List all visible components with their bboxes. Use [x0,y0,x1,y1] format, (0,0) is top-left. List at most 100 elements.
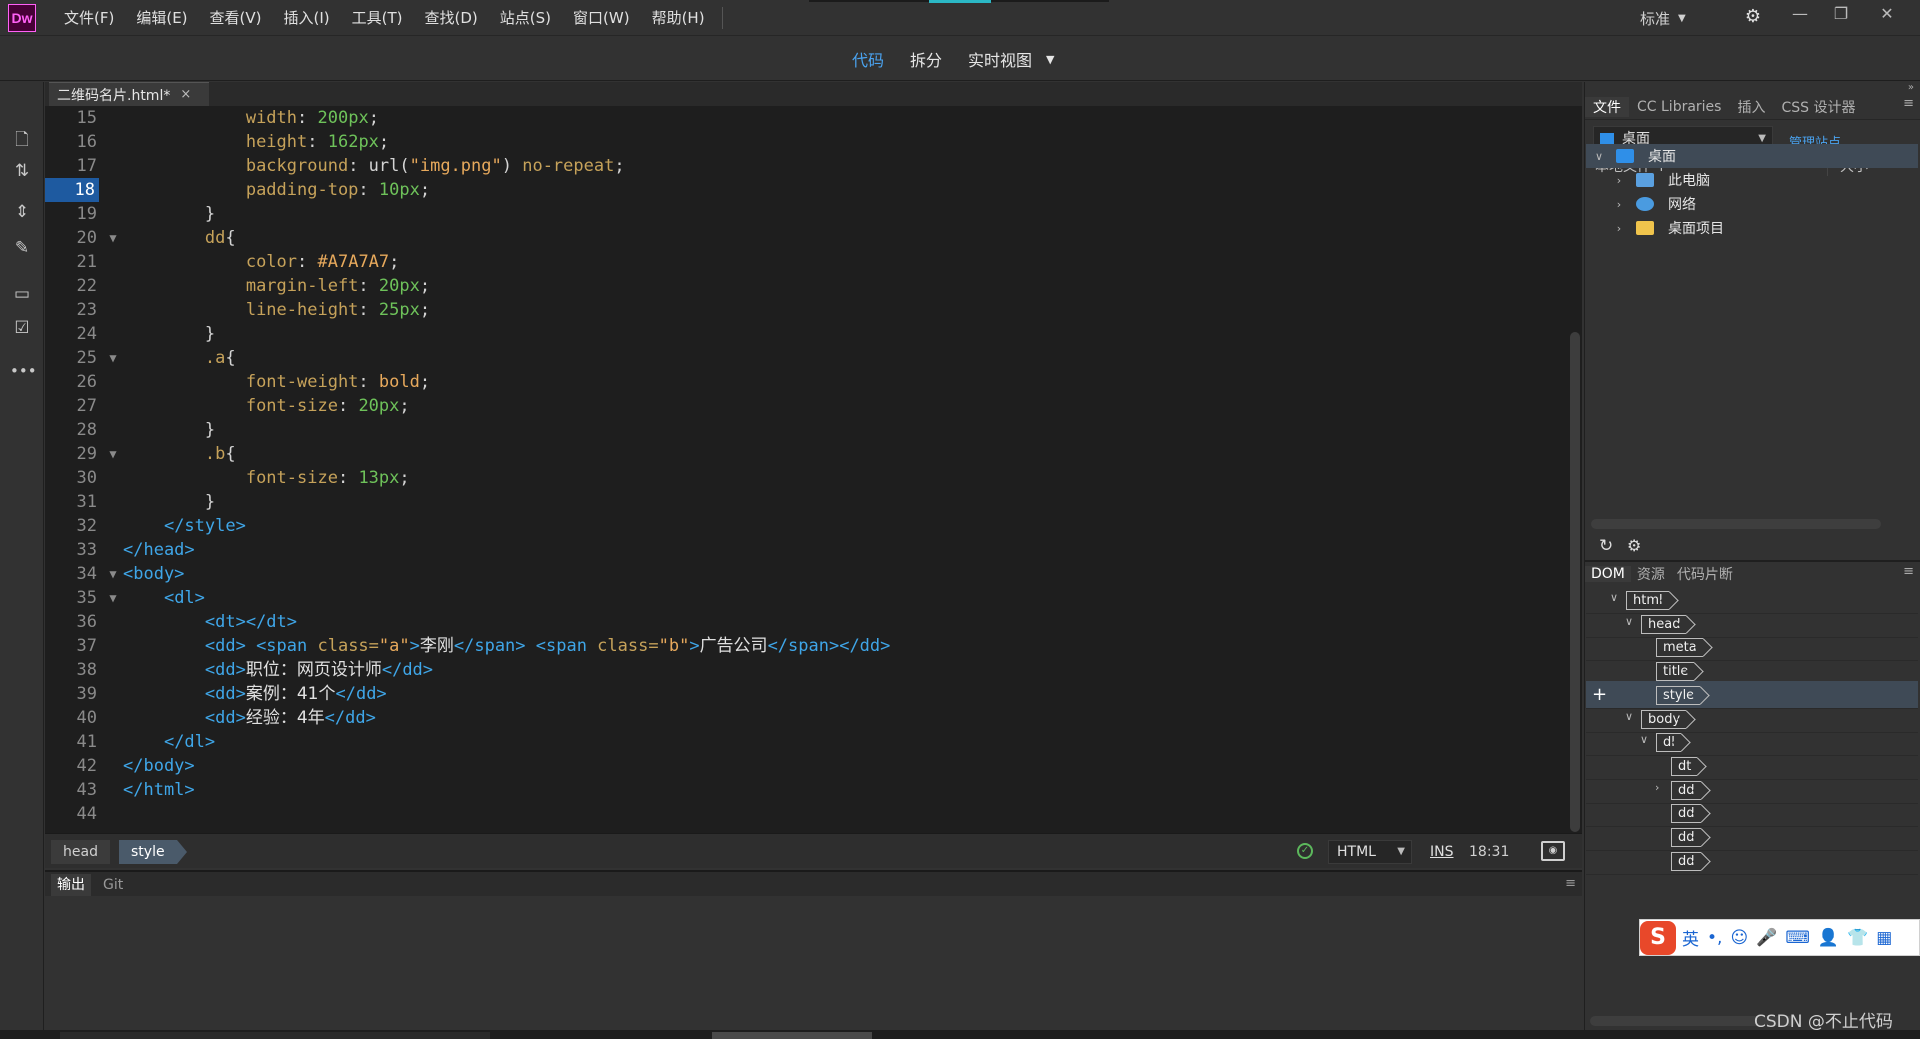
code-line[interactable]: 23 line-height: 25px; [45,298,1567,322]
code-line[interactable]: 43 </html> [45,778,1567,802]
breadcrumb-head[interactable]: head [51,840,110,864]
document-type-select[interactable]: HTML ▼ [1328,840,1412,864]
chevron-right-icon[interactable]: › [1612,222,1626,235]
chevron-down-icon[interactable]: ∨ [1592,150,1606,163]
dom-node-tag[interactable]: style [1656,685,1701,705]
chevron-right-icon[interactable]: › [1655,781,1659,794]
code-line[interactable]: 37 <dd> <span class="a">李刚</span> <span … [45,634,1567,658]
more-icon[interactable]: ••• [10,362,37,384]
code-line[interactable]: 40 <dd>经验：4年</dd> [45,706,1567,730]
tab-git[interactable]: Git [103,874,123,896]
chevron-down-icon[interactable]: ∨ [1625,615,1633,628]
file-icon[interactable]: 🗋 [10,127,34,150]
tab-assets[interactable]: 资源 [1631,564,1671,584]
preview-icon[interactable]: ◉ [1541,841,1565,861]
menu-item[interactable]: 文件(F) [53,0,125,36]
fold-toggle-icon[interactable]: ▼ [105,562,121,586]
check-icon[interactable]: ✓ [1297,843,1313,859]
tab-insert[interactable]: 插入 [1729,97,1773,117]
chevron-down-icon[interactable]: ∨ [1610,591,1618,604]
code-line[interactable]: 21 color: #A7A7A7; [45,250,1567,274]
dom-node-tag[interactable]: head [1641,614,1687,634]
toolbox-icon[interactable]: ▦ [1876,928,1892,948]
code-line[interactable]: 41 </dl> [45,730,1567,754]
dom-node-tag[interactable]: dd [1671,780,1701,800]
chevron-right-icon[interactable]: › [1612,174,1626,187]
emoji-icon[interactable]: ☺ [1730,928,1748,948]
tab-cc-libraries[interactable]: CC Libraries [1629,99,1729,115]
menu-item[interactable]: 帮助(H) [641,0,716,36]
keyboard-icon[interactable]: ⌨ [1785,928,1810,948]
user-icon[interactable]: 👤 [1818,928,1839,948]
code-line[interactable]: 27 font-size: 20px; [45,394,1567,418]
close-window-button[interactable]: ✕ [1870,0,1904,30]
code-line[interactable]: 29 ▼ .b{ [45,442,1567,466]
validate-icon[interactable]: ☑ [10,318,34,340]
code-line[interactable]: 28 } [45,418,1567,442]
fold-toggle-icon[interactable]: ▼ [105,226,121,250]
fold-toggle-icon[interactable]: ▼ [105,346,121,370]
code-line[interactable]: 42 </body> [45,754,1567,778]
code-line[interactable]: 26 font-weight: bold; [45,370,1567,394]
sync-icon[interactable]: ⇅ [10,161,34,183]
code-line[interactable]: 35 ▼ <dl> [45,586,1567,610]
code-line[interactable]: 18 padding-top: 10px; [45,178,1567,202]
fold-toggle-icon[interactable]: ▼ [105,442,121,466]
code-line[interactable]: 44 [45,802,1567,826]
tab-split-view[interactable]: 拆分 [910,47,942,71]
code-line[interactable]: 25 ▼ .a{ [45,346,1567,370]
insert-mode[interactable]: INS [1430,844,1454,860]
tab-document[interactable]: 二维码名片.html* × [49,82,209,106]
menu-item[interactable]: 站点(S) [489,0,562,36]
punctuation-icon[interactable]: •, [1707,928,1722,948]
workspace-switcher[interactable]: 标准 ▼ [1640,0,1686,36]
tab-live-view[interactable]: 实时视图 [968,47,1032,71]
menu-item[interactable]: 插入(I) [273,0,341,36]
files-horizontal-scrollbar[interactable] [1591,519,1881,529]
menu-item[interactable]: 工具(T) [341,0,414,36]
code-line[interactable]: 16 height: 162px; [45,130,1567,154]
panel-menu-icon[interactable]: ≡ [1903,564,1914,579]
code-line[interactable]: 17 background: url("img.png") no-repeat; [45,154,1567,178]
dom-node-tag[interactable]: dd [1671,828,1701,847]
sync-settings-icon[interactable]: ⚙ [1738,6,1768,30]
comment-icon[interactable]: ▭ [10,284,34,306]
expand-icon[interactable]: ⇕ [10,202,34,224]
menu-item[interactable]: 查看(V) [199,0,273,36]
code-editor[interactable]: 15 width: 200px; 16 height: 162px; 17 back… [45,106,1582,833]
dom-node-tag[interactable]: body [1641,709,1687,729]
chevron-down-icon[interactable]: ∨ [1640,733,1648,746]
tab-output[interactable]: 输出 [51,874,91,896]
sogou-logo[interactable]: S [1640,920,1676,955]
vertical-scrollbar[interactable] [1570,332,1580,832]
collapse-panel-icon[interactable]: » [1908,82,1914,93]
tab-files[interactable]: 文件 [1585,96,1629,117]
chevron-right-icon[interactable]: › [1612,198,1626,211]
format-brush-icon[interactable]: ✎ [10,238,34,260]
panel-menu-icon[interactable]: ≡ [1565,876,1576,891]
code-line[interactable]: 20 ▼ dd{ [45,226,1567,250]
code-line[interactable]: 19 } [45,202,1567,226]
tab-dom[interactable]: DOM [1585,566,1631,582]
code-line[interactable]: 22 margin-left: 20px; [45,274,1567,298]
refresh-icon[interactable]: ↻ [1599,536,1613,556]
microphone-icon[interactable]: 🎤 [1756,928,1777,948]
dom-node-tag[interactable]: meta [1656,638,1703,658]
close-icon[interactable]: × [180,87,191,102]
dom-node-tag[interactable]: title [1656,662,1695,682]
ime-language[interactable]: 英 [1682,925,1699,950]
dom-node-tag[interactable]: dd [1671,804,1701,824]
breadcrumb-style[interactable]: style [119,840,187,864]
tab-css-designer[interactable]: CSS 设计器 [1773,97,1863,117]
live-view-dropdown-icon[interactable]: ▼ [1046,53,1054,66]
dom-node-tag[interactable]: html [1626,591,1669,610]
menu-item[interactable]: 查找(D) [414,0,489,36]
dom-node-tag[interactable]: dl [1656,733,1681,753]
code-line[interactable]: 36 <dt></dt> [45,610,1567,634]
restore-button[interactable]: ❐ [1824,0,1858,30]
tab-snippets[interactable]: 代码片断 [1671,564,1739,584]
dom-tree-row[interactable]: dd [1586,847,1918,875]
menu-item[interactable]: 编辑(E) [125,0,198,36]
dom-node-tag[interactable]: dd [1671,851,1701,871]
add-element-icon[interactable]: + [1592,684,1607,705]
